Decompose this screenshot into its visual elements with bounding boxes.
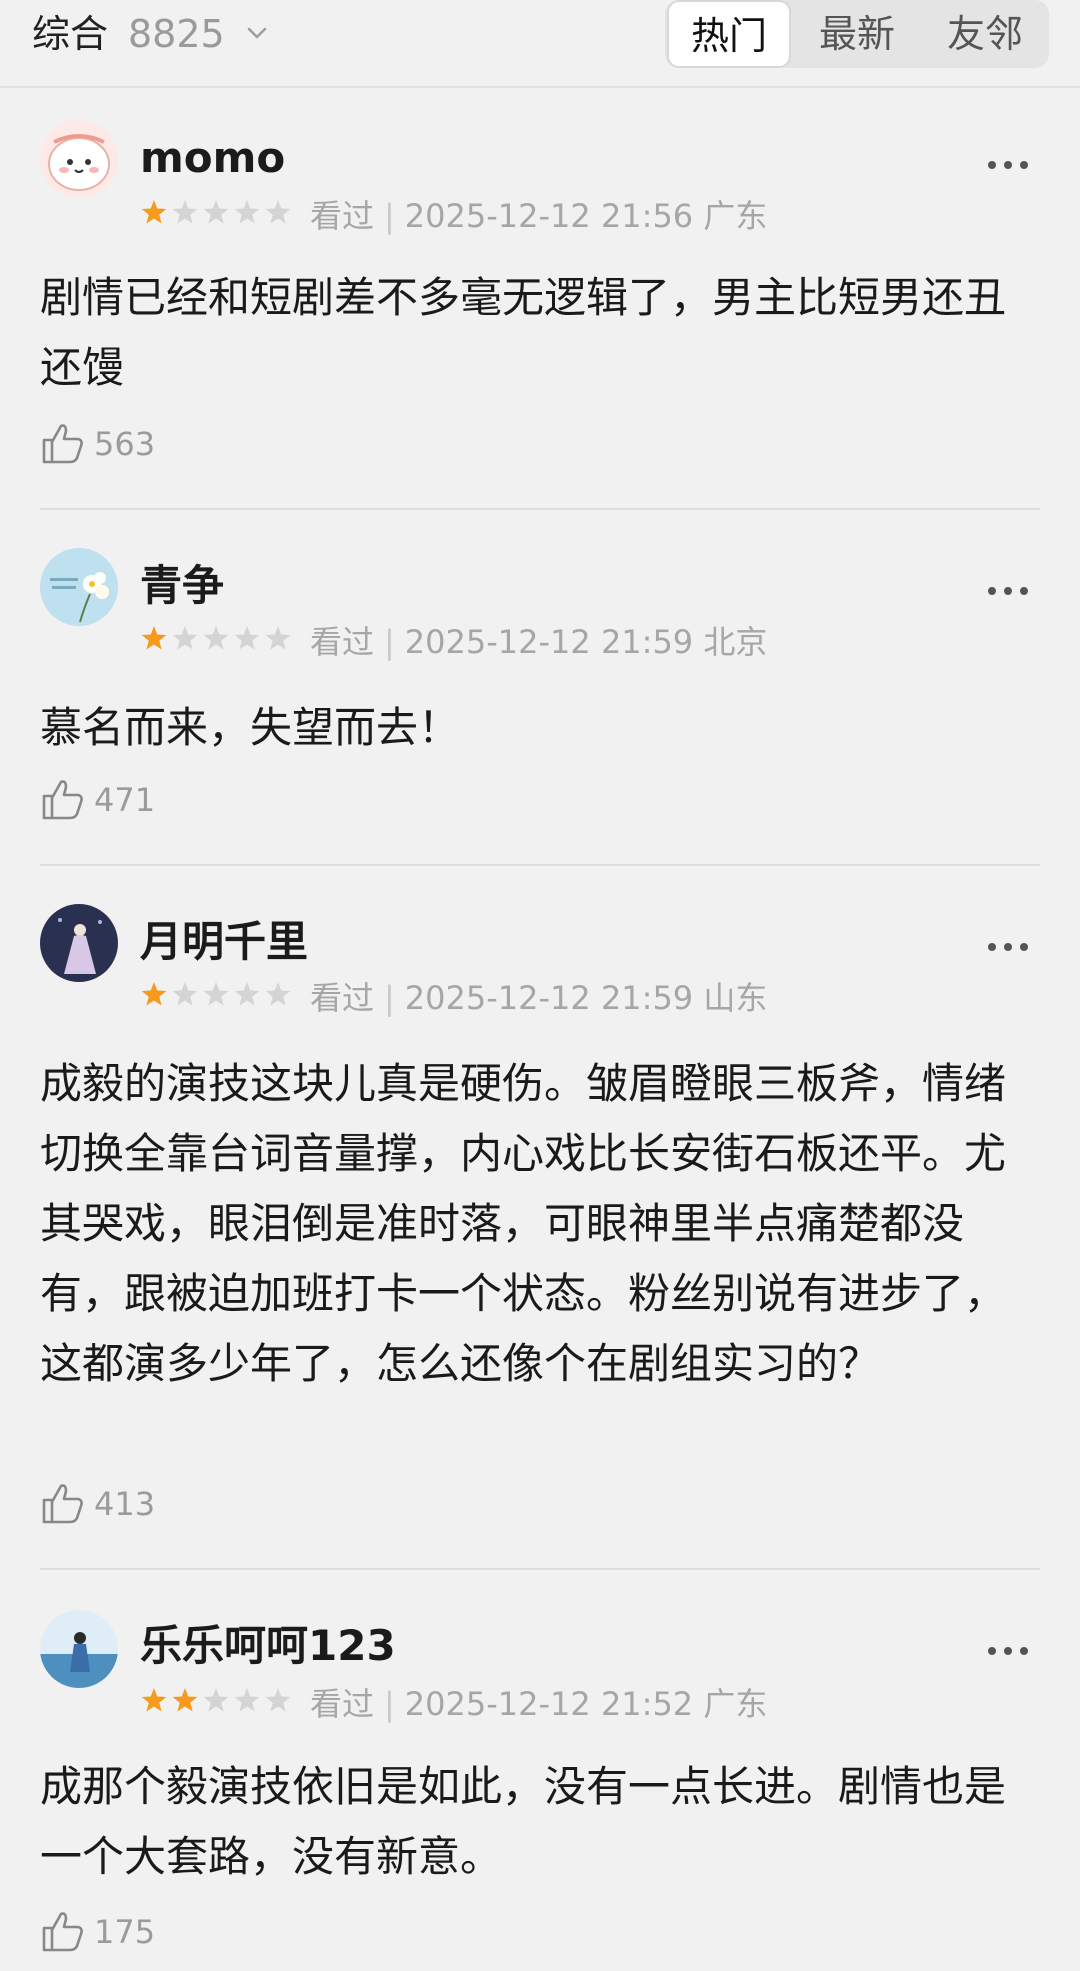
star-empty-icon [234,982,260,1006]
thumbs-up-icon[interactable] [40,776,86,822]
like-count: 175 [94,1913,156,1951]
tab-hot[interactable]: 热门 [667,0,791,68]
like-count: 563 [94,425,156,463]
chevron-down-icon[interactable] [244,20,270,46]
star-empty-icon [265,200,291,224]
like-count: 413 [94,1485,156,1523]
more-options-icon[interactable] [986,940,1030,954]
star-empty-icon [234,200,260,224]
tab-friends[interactable]: 友邻 [923,0,1047,68]
star-rating [141,1688,291,1712]
comment-location: 山东 [703,979,768,1017]
like-count: 471 [94,781,156,819]
more-options-icon[interactable] [986,1644,1030,1658]
avatar-figure-icon [40,904,118,982]
avatar[interactable] [40,1610,118,1688]
username[interactable]: 月明千里 [140,914,308,970]
sort-label[interactable]: 综合 [32,10,108,58]
meta-divider: | [384,1685,395,1723]
watch-status: 看过 [310,197,375,235]
star-empty-icon [203,200,229,224]
star-rating [141,982,291,1006]
comment-time: 2025-12-12 21:59 [404,979,694,1017]
avatar[interactable] [40,904,118,982]
comment-count[interactable]: 8825 [128,10,225,58]
star-filled-icon [141,626,167,650]
comment-meta: 看过 | 2025-12-12 21:59 北京 [310,622,767,662]
divider [40,1568,1040,1570]
star-filled-icon [141,1688,167,1712]
meta-divider: | [384,197,395,235]
username[interactable]: 乐乐呵呵123 [140,1618,396,1674]
star-empty-icon [203,982,229,1006]
star-rating [141,200,291,224]
star-empty-icon [172,626,198,650]
comment-location: 北京 [703,623,768,661]
sort-tabs: 热门 最新 友邻 [665,0,1049,68]
star-empty-icon [234,1688,260,1712]
meta-divider: | [384,979,395,1017]
watch-status: 看过 [310,1685,375,1723]
comment-location: 广东 [703,1685,768,1723]
thumbs-up-icon[interactable] [40,1480,86,1526]
avatar-cartoon-icon [40,120,118,198]
comment-time: 2025-12-12 21:59 [404,623,694,661]
star-empty-icon [203,1688,229,1712]
star-empty-icon [172,982,198,1006]
comment-meta: 看过 | 2025-12-12 21:56 广东 [310,196,767,236]
thumbs-up-icon[interactable] [40,420,86,466]
avatar-seaside-icon [40,1610,118,1688]
comment-time: 2025-12-12 21:52 [404,1685,694,1723]
watch-status: 看过 [310,623,375,661]
comment-meta: 看过 | 2025-12-12 21:52 广东 [310,1684,767,1724]
star-filled-icon [141,200,167,224]
divider [40,508,1040,510]
divider [40,864,1040,866]
star-empty-icon [265,982,291,1006]
star-filled-icon [172,1688,198,1712]
filter-header: 综合 8825 热门 最新 友邻 [0,0,1080,88]
comment-text: 慕名而来，失望而去！ [40,703,461,752]
star-empty-icon [203,626,229,650]
comment-location: 广东 [703,197,768,235]
comment-text: 成那个毅演技依旧是如此，没有一点长进。剧情也是一个大套路，没有新意。 [40,1762,1007,1881]
more-options-icon[interactable] [986,158,1030,172]
star-empty-icon [172,200,198,224]
comment-text: 成毅的演技这块儿真是硬伤。皱眉瞪眼三板斧，情绪切换全靠台词音量撑，内心戏比长安街… [40,1059,1007,1388]
star-empty-icon [265,626,291,650]
username[interactable]: momo [140,130,285,186]
star-empty-icon [265,1688,291,1712]
tab-latest[interactable]: 最新 [795,0,919,68]
star-empty-icon [234,626,260,650]
thumbs-up-icon[interactable] [40,1908,86,1954]
comment-text: 剧情已经和短剧差不多毫无逻辑了，男主比短男还丑还馒 [40,273,1007,392]
comment-time: 2025-12-12 21:56 [404,197,694,235]
star-rating [141,626,291,650]
avatar[interactable] [40,548,118,626]
more-options-icon[interactable] [986,584,1030,598]
avatar-flower-icon [40,548,118,626]
avatar[interactable] [40,120,118,198]
username[interactable]: 青争 [140,558,224,614]
meta-divider: | [384,623,395,661]
watch-status: 看过 [310,979,375,1017]
star-filled-icon [141,982,167,1006]
comment-meta: 看过 | 2025-12-12 21:59 山东 [310,978,767,1018]
